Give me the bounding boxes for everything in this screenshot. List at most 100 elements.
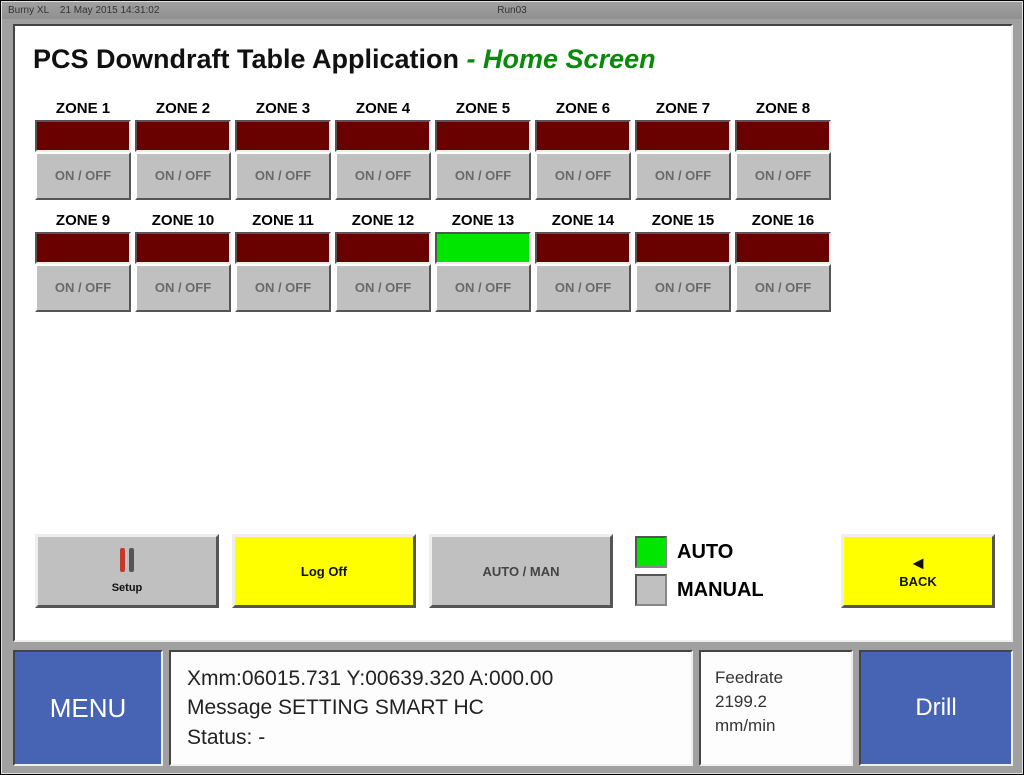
bottom-button-row: Setup Log Off AUTO / MAN AUTO MANUAL ◄: [35, 534, 995, 608]
zone-toggle-button[interactable]: ON / OFF: [435, 152, 531, 200]
zone-label: ZONE 16: [735, 210, 831, 232]
manual-label: MANUAL: [677, 579, 764, 602]
zone-toggle-button[interactable]: ON / OFF: [135, 264, 231, 312]
zone-toggle-button[interactable]: ON / OFF: [635, 264, 731, 312]
zone-toggle-button[interactable]: ON / OFF: [135, 152, 231, 200]
zone-indicator: [435, 120, 531, 152]
app-name: Burny XL: [8, 5, 49, 16]
zone-toggle-button[interactable]: ON / OFF: [435, 264, 531, 312]
zone-label: ZONE 2: [135, 98, 231, 120]
drill-label: Drill: [915, 694, 956, 722]
auto-label: AUTO: [677, 541, 733, 564]
feedrate-panel: Feedrate 2199.2 mm/min: [699, 650, 853, 766]
auto-indicator: [635, 536, 667, 568]
zone-label: ZONE 14: [535, 210, 631, 232]
zone-cell: ZONE 8 ON / OFF: [735, 98, 831, 200]
zone-indicator: [335, 232, 431, 264]
zone-indicator: [635, 120, 731, 152]
tools-icon: [117, 548, 137, 576]
zone-label: ZONE 13: [435, 210, 531, 232]
zone-indicator: [535, 232, 631, 264]
zone-label: ZONE 4: [335, 98, 431, 120]
zone-cell: ZONE 5 ON / OFF: [435, 98, 531, 200]
zone-toggle-button[interactable]: ON / OFF: [35, 152, 131, 200]
setup-label: Setup: [112, 582, 143, 594]
zone-cell: ZONE 1 ON / OFF: [35, 98, 131, 200]
zone-toggle-button[interactable]: ON / OFF: [735, 264, 831, 312]
zone-toggle-button[interactable]: ON / OFF: [535, 264, 631, 312]
zone-label: ZONE 10: [135, 210, 231, 232]
drill-button[interactable]: Drill: [859, 650, 1013, 766]
menu-button[interactable]: MENU: [13, 650, 163, 766]
automan-button[interactable]: AUTO / MAN: [429, 534, 613, 608]
zone-cell: ZONE 13 ON / OFF: [435, 210, 531, 312]
zone-cell: ZONE 11 ON / OFF: [235, 210, 331, 312]
menu-label: MENU: [50, 693, 127, 724]
zone-label: ZONE 11: [235, 210, 331, 232]
zone-label: ZONE 5: [435, 98, 531, 120]
zone-toggle-button[interactable]: ON / OFF: [735, 152, 831, 200]
back-button[interactable]: ◄ BACK: [841, 534, 995, 608]
zone-indicator: [735, 232, 831, 264]
zone-indicator: [435, 232, 531, 264]
logoff-button[interactable]: Log Off: [232, 534, 416, 608]
zone-label: ZONE 1: [35, 98, 131, 120]
zone-cell: ZONE 3 ON / OFF: [235, 98, 331, 200]
zone-cell: ZONE 4 ON / OFF: [335, 98, 431, 200]
zone-indicator: [35, 120, 131, 152]
zone-indicator: [135, 120, 231, 152]
page-title: PCS Downdraft Table Application - Home S…: [33, 44, 656, 75]
page-title-main: PCS Downdraft Table Application: [33, 44, 459, 74]
zone-cell: ZONE 12 ON / OFF: [335, 210, 431, 312]
zone-toggle-button[interactable]: ON / OFF: [335, 264, 431, 312]
zone-label: ZONE 7: [635, 98, 731, 120]
logoff-label: Log Off: [301, 564, 347, 579]
zone-label: ZONE 9: [35, 210, 131, 232]
zone-label: ZONE 8: [735, 98, 831, 120]
zone-indicator: [135, 232, 231, 264]
window-titlebar: Burny XL 21 May 2015 14:31:02 Run03: [2, 2, 1022, 19]
zone-cell: ZONE 14 ON / OFF: [535, 210, 631, 312]
datetime: 21 May 2015 14:31:02: [60, 5, 160, 16]
back-label: BACK: [899, 574, 937, 589]
setup-button[interactable]: Setup: [35, 534, 219, 608]
status-row: MENU Xmm:06015.731 Y:00639.320 A:000.00 …: [13, 650, 1013, 766]
status-coords: Xmm:06015.731 Y:00639.320 A:000.00: [187, 664, 675, 693]
zone-toggle-button[interactable]: ON / OFF: [235, 152, 331, 200]
zone-toggle-button[interactable]: ON / OFF: [235, 264, 331, 312]
zone-label: ZONE 12: [335, 210, 431, 232]
main-panel: PCS Downdraft Table Application - Home S…: [13, 24, 1013, 642]
zone-cell: ZONE 2 ON / OFF: [135, 98, 231, 200]
zone-indicator: [235, 120, 331, 152]
zone-label: ZONE 15: [635, 210, 731, 232]
zone-cell: ZONE 9 ON / OFF: [35, 210, 131, 312]
zone-indicator: [335, 120, 431, 152]
zone-cell: ZONE 6 ON / OFF: [535, 98, 631, 200]
mode-indicator-group: AUTO MANUAL: [635, 536, 764, 606]
zone-indicator: [235, 232, 331, 264]
zone-indicator: [535, 120, 631, 152]
status-message: Message SETTING SMART HC: [187, 693, 675, 722]
zone-cell: ZONE 7 ON / OFF: [635, 98, 731, 200]
zone-toggle-button[interactable]: ON / OFF: [335, 152, 431, 200]
status-info-panel: Xmm:06015.731 Y:00639.320 A:000.00 Messa…: [169, 650, 693, 766]
zone-toggle-button[interactable]: ON / OFF: [635, 152, 731, 200]
feedrate-unit: mm/min: [715, 714, 837, 738]
back-arrow-icon: ◄: [909, 554, 927, 572]
zone-indicator: [735, 120, 831, 152]
zone-label: ZONE 6: [535, 98, 631, 120]
zone-cell: ZONE 16 ON / OFF: [735, 210, 831, 312]
zone-cell: ZONE 15 ON / OFF: [635, 210, 731, 312]
zone-indicator: [635, 232, 731, 264]
zones-grid: ZONE 1 ON / OFF ZONE 2 ON / OFF ZONE 3 ON / O…: [35, 98, 1009, 322]
status-status: Status: -: [187, 723, 675, 752]
manual-indicator: [635, 574, 667, 606]
automan-label: AUTO / MAN: [482, 564, 559, 579]
titlebar-center: Run03: [497, 2, 526, 19]
zone-toggle-button[interactable]: ON / OFF: [535, 152, 631, 200]
feedrate-value: 2199.2: [715, 690, 837, 714]
zone-cell: ZONE 10 ON / OFF: [135, 210, 231, 312]
page-title-sep: -: [467, 44, 484, 74]
zone-label: ZONE 3: [235, 98, 331, 120]
zone-toggle-button[interactable]: ON / OFF: [35, 264, 131, 312]
